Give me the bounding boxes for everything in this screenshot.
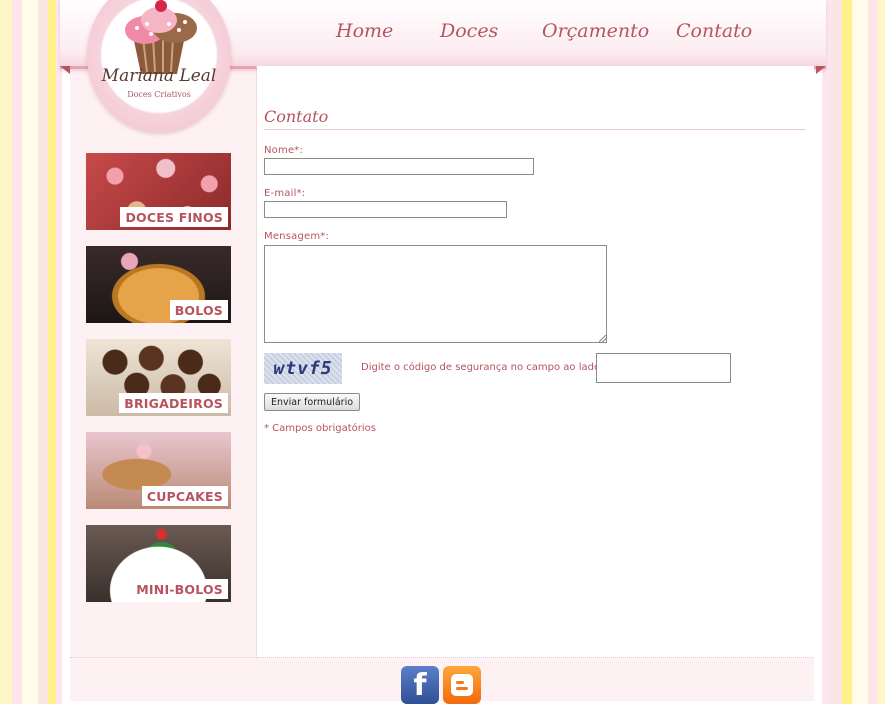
sidebar-item-bolos[interactable]: BOLOS (86, 246, 231, 323)
logo-tagline: Doces Criativos (127, 90, 191, 99)
sidebar-item-label: BOLOS (169, 300, 228, 320)
page-title: Contato (264, 107, 329, 126)
captcha-input[interactable] (596, 353, 731, 383)
sidebar-item-brigadeiros[interactable]: BRIGADEIROS (86, 339, 231, 416)
message-label: Mensagem*: (264, 231, 330, 242)
site-logo[interactable]: Mariana Leal Doces Criativos (87, 0, 231, 132)
header-corner-right (816, 66, 826, 74)
logo-name: Mariana Leal (101, 66, 217, 86)
resize-grip-icon[interactable] (599, 335, 606, 342)
nav-orcamento[interactable]: Orçamento (542, 20, 662, 42)
email-label: E-mail*: (264, 188, 306, 199)
facebook-glyph: f (413, 667, 427, 703)
header-corner-left (60, 66, 70, 74)
submit-button[interactable]: Enviar formulário (264, 393, 361, 411)
sidebar: DOCES FINOS BOLOS BRIGADEIROS CUPCAKES M… (86, 153, 232, 618)
sidebar-item-label: CUPCAKES (141, 486, 228, 506)
required-note: * Campos obrigatórios (264, 423, 376, 434)
sidebar-item-label: DOCES FINOS (120, 207, 228, 227)
sidebar-item-label: MINI-BOLOS (131, 579, 228, 599)
captcha-hint: Digite o código de segurança no campo ao… (361, 362, 601, 373)
blogger-icon[interactable] (443, 666, 481, 704)
facebook-icon[interactable]: f (401, 666, 439, 704)
name-input[interactable] (264, 158, 534, 175)
message-textarea[interactable] (264, 245, 607, 343)
nav-home[interactable]: Home (336, 20, 393, 42)
sidebar-item-mini-bolos[interactable]: MINI-BOLOS (86, 525, 231, 602)
nav-contato[interactable]: Contato (676, 20, 776, 42)
footer-divider (70, 657, 814, 658)
name-label: Nome*: (264, 145, 304, 156)
title-divider (264, 129, 806, 130)
captcha-image: wtvf5 (264, 353, 342, 384)
sidebar-item-label: BRIGADEIROS (119, 393, 228, 413)
nav-doces[interactable]: Doces (440, 20, 498, 42)
email-input[interactable] (264, 201, 507, 218)
sidebar-item-doces-finos[interactable]: DOCES FINOS (86, 153, 231, 230)
sidebar-item-cupcakes[interactable]: CUPCAKES (86, 432, 231, 509)
